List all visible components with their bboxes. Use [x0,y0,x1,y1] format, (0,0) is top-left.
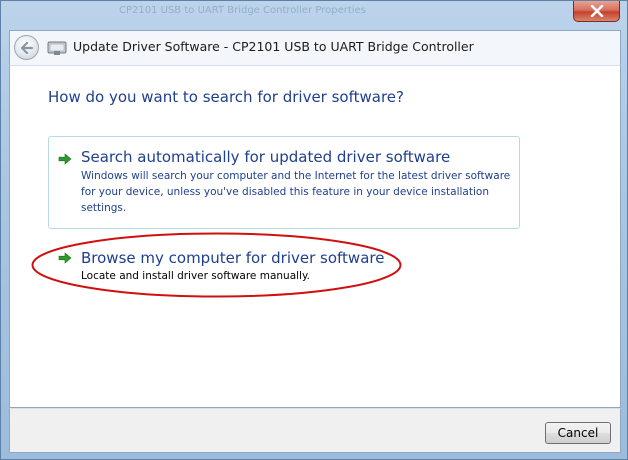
search-automatically-option[interactable]: Search automatically for updated driver … [48,136,520,229]
usb-device-icon [47,41,67,55]
browse-computer-option[interactable]: Browse my computer for driver software L… [48,241,520,289]
back-arrow-icon [20,41,33,54]
option-description: Locate and install driver software manua… [81,270,311,282]
window-title: Update Driver Software - CP2101 USB to U… [73,39,474,54]
green-arrow-icon [58,153,72,165]
page-title: How do you want to search for driver sof… [48,88,404,106]
option-title: Search automatically for updated driver … [81,148,451,166]
title-bar: Update Driver Software - CP2101 USB to U… [9,30,621,65]
back-button[interactable] [14,35,39,60]
background-window-title: CP2101 USB to UART Bridge Controller Pro… [119,5,366,16]
close-icon [590,5,603,17]
dialog-window: CP2101 USB to UART Bridge Controller Pro… [0,0,628,460]
option-description: Windows will search your computer and th… [81,170,511,214]
cancel-button[interactable]: Cancel [545,422,611,444]
content-panel: How do you want to search for driver sof… [9,65,621,408]
option-title: Browse my computer for driver software [81,249,385,267]
green-arrow-icon [58,252,72,264]
close-button[interactable] [573,1,620,22]
button-bar: Cancel [9,408,621,453]
